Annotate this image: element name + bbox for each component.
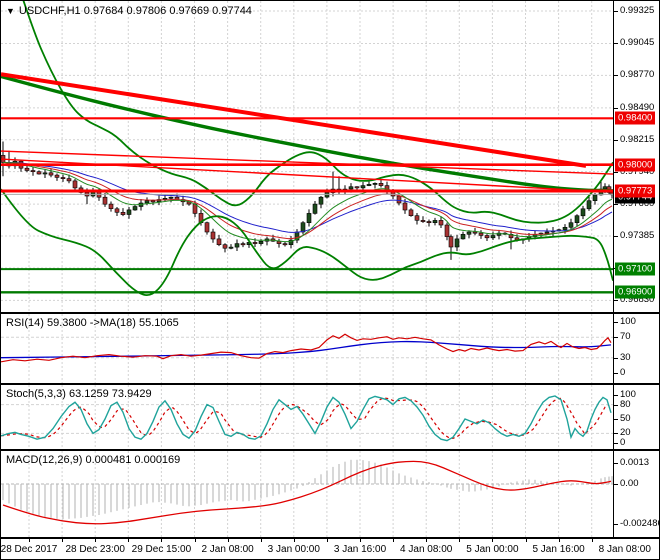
axis-tick-mark <box>614 394 618 396</box>
axis-tick-label: 0.0013 <box>620 457 650 468</box>
axis-tick-mark <box>614 372 618 374</box>
time-axis-label: 5 Jan 00:00 <box>466 544 519 555</box>
axis-tick-mark <box>614 235 618 237</box>
collapse-icon[interactable]: ▼ <box>6 6 15 16</box>
rsi-label: RSI(14) 59.3800 ->MA(18) 55.1065 <box>6 317 179 329</box>
axis-tick-label: 0.97385 <box>620 230 655 241</box>
time-tick-mark <box>492 539 494 542</box>
axis-tick-mark <box>614 299 618 301</box>
axis-tick-label: 0.98770 <box>620 69 655 80</box>
price-level-badge: 0.98400 <box>615 111 656 125</box>
title-text: USDCHF,H1 0.97684 0.97806 0.97669 0.9774… <box>18 5 252 17</box>
time-tick-mark <box>459 539 461 542</box>
axis-tick-label: 0.99325 <box>620 5 655 16</box>
price-level-badge: 0.97100 <box>615 262 656 276</box>
price-scale[interactable]: 0.99325 0.99045 0.98770 0.98490 0.98215 0.979… <box>613 1 659 312</box>
time-axis-label: 3 Jan 16:00 <box>333 544 387 555</box>
chart-title: ▼ USDCHF,H1 0.97684 0.97806 0.97669 0.977… <box>6 5 252 17</box>
axis-tick-mark <box>614 42 618 44</box>
macd-scale[interactable]: 0.0013 0.00 -0.002486 <box>613 451 660 537</box>
time-tick-mark <box>260 539 262 542</box>
axis-tick-mark <box>614 404 618 406</box>
time-tick-mark <box>29 539 30 542</box>
axis-tick-mark <box>614 432 618 434</box>
axis-tick-mark <box>614 171 618 173</box>
price-level-badge: 0.96900 <box>615 285 656 299</box>
axis-tick-mark <box>614 10 618 12</box>
time-axis-label: 2 Jan 08:00 <box>201 544 254 555</box>
axis-tick-mark <box>614 523 618 525</box>
axis-tick-label: 70 <box>620 331 631 342</box>
macd-label: MACD(12,26,9) 0.000481 0.000169 <box>6 454 181 466</box>
time-tick-mark <box>426 539 428 542</box>
axis-tick-label: 0 <box>620 367 626 378</box>
time-axis[interactable]: 28 Dec 2017 28 Dec 23:00 29 Dec 15:00 2 Jan… <box>0 539 659 559</box>
time-tick-mark <box>227 539 229 542</box>
rsi-panel[interactable]: RSI(14) 59.3800 ->MA(18) 55.1065 100 70 30… <box>1 314 659 385</box>
axis-tick-mark <box>614 321 618 323</box>
time-tick-mark <box>161 539 163 542</box>
axis-tick-label: 0.00 <box>620 478 639 489</box>
macd-panel[interactable]: MACD(12,26,9) 0.000481 0.000169 0.0013 0.… <box>1 451 660 539</box>
time-tick-mark <box>525 539 527 542</box>
stochastic-scale[interactable]: 100 80 50 20 0 <box>613 385 659 449</box>
time-axis-label: 4 Jan 08:00 <box>400 544 453 555</box>
axis-tick-label: 100 <box>620 316 636 327</box>
axis-tick-mark <box>614 203 618 205</box>
axis-tick-label: 0 <box>620 437 626 448</box>
stochastic-panel[interactable]: Stoch(5,3,3) 63.1259 73.9429 100 80 50 20 0 <box>1 385 659 451</box>
time-axis-label: 8 Jan 08:00 <box>598 544 651 555</box>
price-level-badge: 0.98000 <box>615 158 656 172</box>
price-plot[interactable] <box>1 1 614 312</box>
time-axis-label: 28 Dec 2017 <box>0 544 58 555</box>
axis-tick-label: 30 <box>620 352 631 363</box>
price-panel[interactable]: ▼ USDCHF,H1 0.97684 0.97806 0.97669 0.977… <box>1 1 659 314</box>
axis-tick-label: 0.98215 <box>620 134 655 145</box>
time-tick-mark <box>95 539 97 542</box>
axis-tick-mark <box>614 418 618 420</box>
trading-chart-window: ▼ USDCHF,H1 0.97684 0.97806 0.97669 0.977… <box>0 0 660 560</box>
axis-tick-label: -0.002486 <box>620 518 660 529</box>
axis-tick-mark <box>614 139 618 141</box>
time-tick-mark <box>62 539 64 542</box>
axis-tick-mark <box>614 462 618 464</box>
time-tick-mark <box>558 539 560 542</box>
time-tick-mark <box>128 539 130 542</box>
axis-tick-label: 50 <box>620 413 631 424</box>
stochastic-label: Stoch(5,3,3) 63.1259 73.9429 <box>6 388 152 400</box>
rsi-scale[interactable]: 100 70 30 0 <box>613 314 659 383</box>
axis-tick-label: 0.99045 <box>620 37 655 48</box>
time-axis-label: 28 Dec 23:00 <box>65 544 125 555</box>
time-tick-mark <box>293 539 295 542</box>
axis-tick-mark <box>614 74 618 76</box>
time-tick-mark <box>360 539 361 542</box>
time-axis-label: 5 Jan 16:00 <box>532 544 585 555</box>
axis-tick-label: 80 <box>620 399 631 410</box>
axis-tick-mark <box>614 442 618 444</box>
time-tick-mark <box>591 539 593 542</box>
axis-tick-mark <box>614 336 618 338</box>
time-tick-mark <box>326 539 328 542</box>
time-tick-mark <box>393 539 395 542</box>
axis-tick-mark <box>614 357 618 359</box>
time-tick-mark <box>194 539 196 542</box>
axis-tick-mark <box>614 483 618 485</box>
price-level-badge: 0.97773 <box>615 184 656 198</box>
axis-tick-mark <box>614 107 618 109</box>
time-axis-label: 3 Jan 00:00 <box>267 544 320 555</box>
time-axis-label: 29 Dec 15:00 <box>131 544 192 555</box>
